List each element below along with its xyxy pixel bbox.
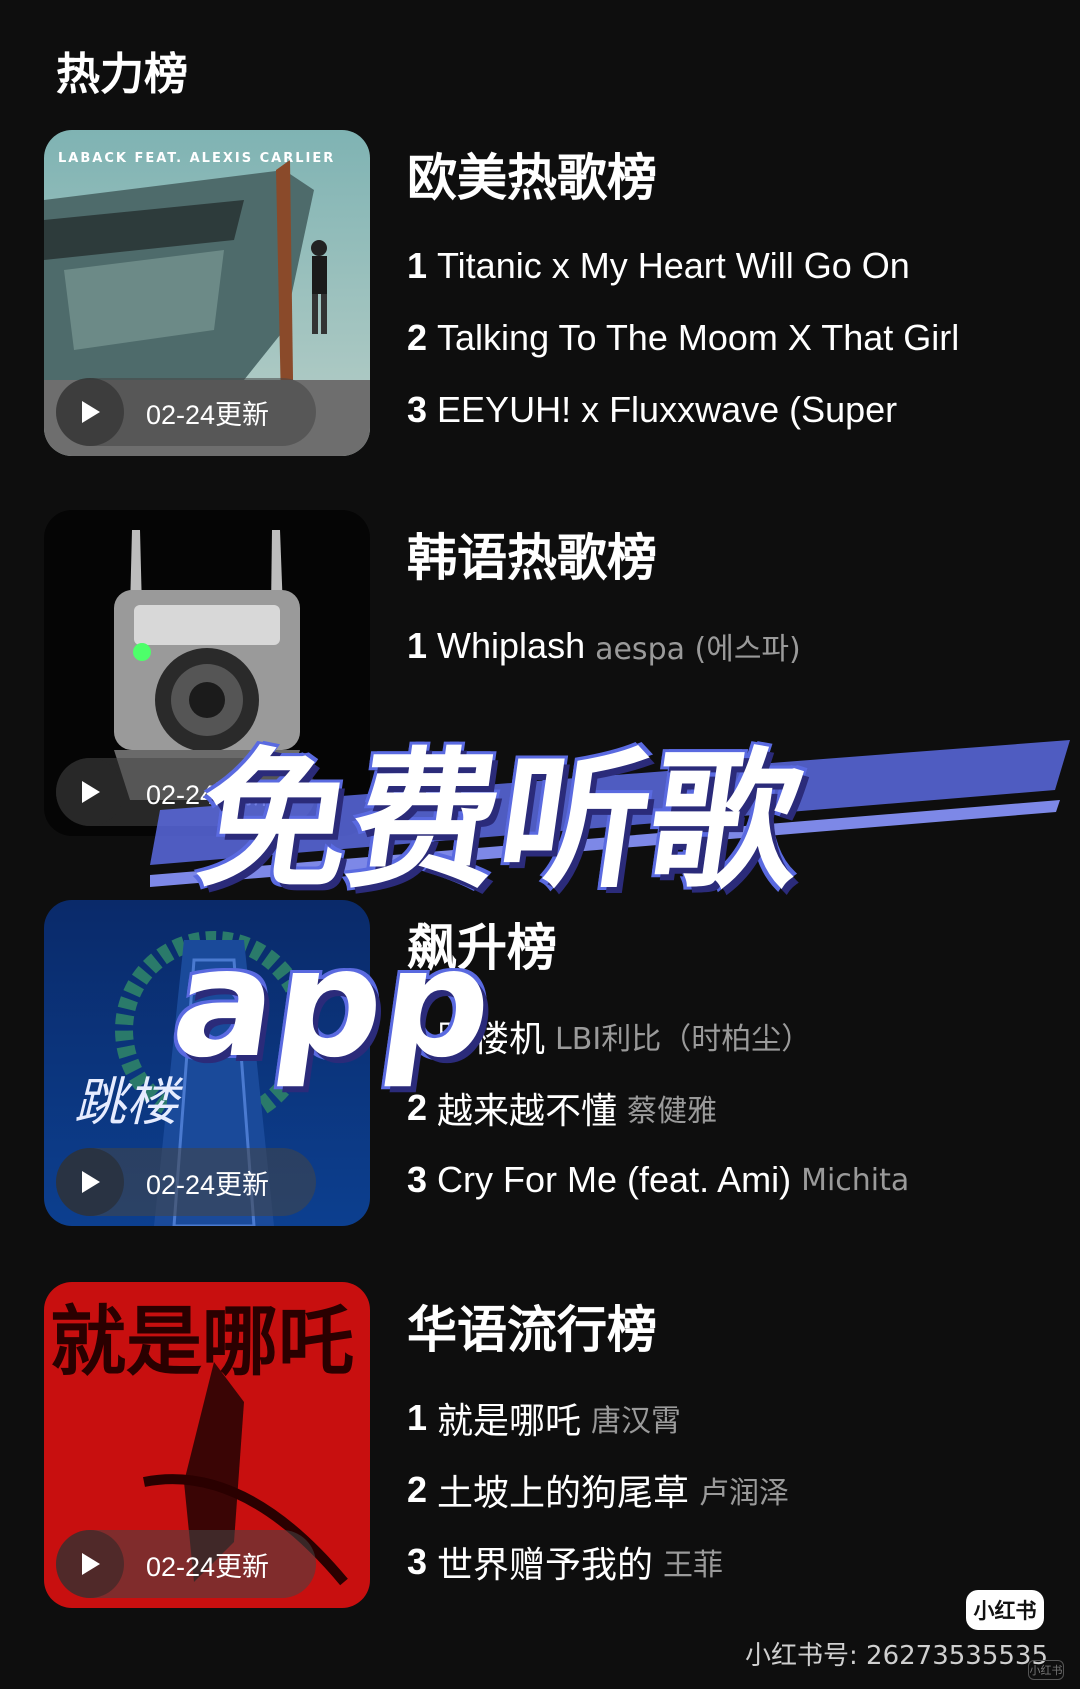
chart-cover[interactable]: 跳楼 02-24更新: [44, 900, 370, 1226]
track-title: 跳楼机: [437, 1018, 546, 1059]
chart-card-rising[interactable]: 跳楼 02-24更新 飙升榜 1 跳楼机 LBI利比（时柏尘） 2 越来越不懂 蔡健雅 …: [44, 900, 1044, 1230]
play-icon: [82, 1171, 100, 1193]
chart-card-western[interactable]: LABACK FEAT. ALEXIS CARLIER 02-24更新 欧美热歌…: [44, 130, 1044, 460]
cover-caption: LABACK FEAT. ALEXIS CARLIER: [58, 151, 335, 166]
chart-cover[interactable]: 就是哪吒 02-24更新: [44, 1282, 370, 1608]
track-artist: 卢润泽: [699, 1476, 790, 1511]
track-row[interactable]: 3 EEYUH! x Fluxxwave (Super: [407, 374, 1067, 446]
track-row[interactable]: 1 Titanic x My Heart Will Go On: [407, 230, 1067, 302]
track-artist: 唐汉霄: [591, 1404, 682, 1439]
track-rank: 3: [407, 1541, 428, 1582]
track-row[interactable]: 3 Cry For Me (feat. Ami) Michita: [407, 1144, 1067, 1216]
track-artist: 王菲: [663, 1548, 724, 1583]
cover-caption: 跳楼: [74, 1073, 184, 1133]
chart-name[interactable]: 韩语热歌榜: [407, 518, 657, 590]
track-artist: LBI利比（时柏尘）: [555, 1022, 812, 1057]
chart-cover[interactable]: 02-24更新: [44, 510, 370, 836]
track-rank: 1: [407, 1015, 428, 1056]
update-date: 02-24更新: [146, 1551, 270, 1582]
track-title: 越来越不懂: [437, 1090, 618, 1131]
chart-cover[interactable]: LABACK FEAT. ALEXIS CARLIER 02-24更新: [44, 130, 370, 456]
track-title: 就是哪吒: [437, 1400, 582, 1441]
track-row[interactable]: 2 土坡上的狗尾草 卢润泽: [407, 1454, 1067, 1526]
track-artist: Michita: [801, 1162, 910, 1198]
track-artist: aespa (에스파): [595, 632, 801, 667]
play-button[interactable]: [56, 1148, 124, 1216]
track-list: 1 Titanic x My Heart Will Go On 2 Talking …: [407, 230, 1067, 446]
watermark-id: 小红书号: 26273535535: [745, 1641, 1048, 1671]
chart-card-mandarin[interactable]: 就是哪吒 02-24更新 华语流行榜 1 就是哪吒 唐汉霄 2 土坡上的狗尾草 卢润泽 …: [44, 1282, 1044, 1612]
chart-name[interactable]: 欧美热歌榜: [407, 138, 657, 210]
track-row[interactable]: 1 Whiplash aespa (에스파): [407, 610, 1067, 682]
chart-name[interactable]: 飙升榜: [407, 908, 557, 980]
update-date: 02-24更新: [146, 779, 270, 810]
chart-name[interactable]: 华语流行榜: [407, 1290, 657, 1362]
watermark-corner-logo: 小红书: [1028, 1660, 1064, 1680]
track-title: Titanic x My Heart Will Go On: [437, 245, 910, 286]
track-artist: 蔡健雅: [627, 1094, 718, 1129]
track-title: EEYUH! x Fluxxwave (Super: [437, 389, 898, 430]
update-date: 02-24更新: [146, 399, 270, 430]
track-rank: 2: [407, 1469, 428, 1510]
play-update-pill[interactable]: 02-24更新: [56, 378, 316, 446]
cover-caption: 就是哪吒: [50, 1297, 354, 1386]
track-row[interactable]: 2 越来越不懂 蔡健雅: [407, 1072, 1067, 1144]
track-rank: 3: [407, 1159, 428, 1200]
play-button[interactable]: [56, 378, 124, 446]
track-row[interactable]: 3 世界赠予我的 王菲: [407, 1526, 1067, 1598]
play-update-pill[interactable]: 02-24更新: [56, 1148, 316, 1216]
track-rank: 2: [407, 1087, 428, 1128]
track-rank: 3: [407, 389, 428, 430]
track-list: 1 就是哪吒 唐汉霄 2 土坡上的狗尾草 卢润泽 3 世界赠予我的 王菲: [407, 1382, 1067, 1598]
play-icon: [82, 781, 100, 803]
track-rank: 2: [407, 317, 428, 358]
track-list: 1 跳楼机 LBI利比（时柏尘） 2 越来越不懂 蔡健雅 3 Cry For Me (fe…: [407, 1000, 1067, 1216]
track-row[interactable]: 1 跳楼机 LBI利比（时柏尘）: [407, 1000, 1067, 1072]
track-row[interactable]: 1 就是哪吒 唐汉霄: [407, 1382, 1067, 1454]
play-update-pill[interactable]: 02-24更新: [56, 758, 316, 826]
track-rank: 1: [407, 1397, 428, 1438]
xiaohongshu-logo: 小红书: [966, 1590, 1044, 1630]
play-button[interactable]: [56, 758, 124, 826]
track-list: 1 Whiplash aespa (에스파): [407, 610, 1067, 682]
play-button[interactable]: [56, 1530, 124, 1598]
update-date: 02-24更新: [146, 1169, 270, 1200]
track-title: Whiplash: [437, 625, 586, 666]
track-rank: 1: [407, 245, 428, 286]
track-title: 土坡上的狗尾草: [437, 1472, 690, 1513]
play-icon: [82, 401, 100, 423]
track-title: Talking To The Moom X That Girl: [437, 317, 960, 358]
track-title: 世界赠予我的: [437, 1544, 654, 1585]
track-rank: 1: [407, 625, 428, 666]
track-row[interactable]: 2 Talking To The Moom X That Girl: [407, 302, 1067, 374]
play-icon: [82, 1553, 100, 1575]
track-title: Cry For Me (feat. Ami): [437, 1159, 792, 1200]
chart-card-korean[interactable]: 02-24更新 韩语热歌榜 1 Whiplash aespa (에스파): [44, 510, 1044, 840]
play-update-pill[interactable]: 02-24更新: [56, 1530, 316, 1598]
page-title: 热力榜: [56, 49, 188, 100]
